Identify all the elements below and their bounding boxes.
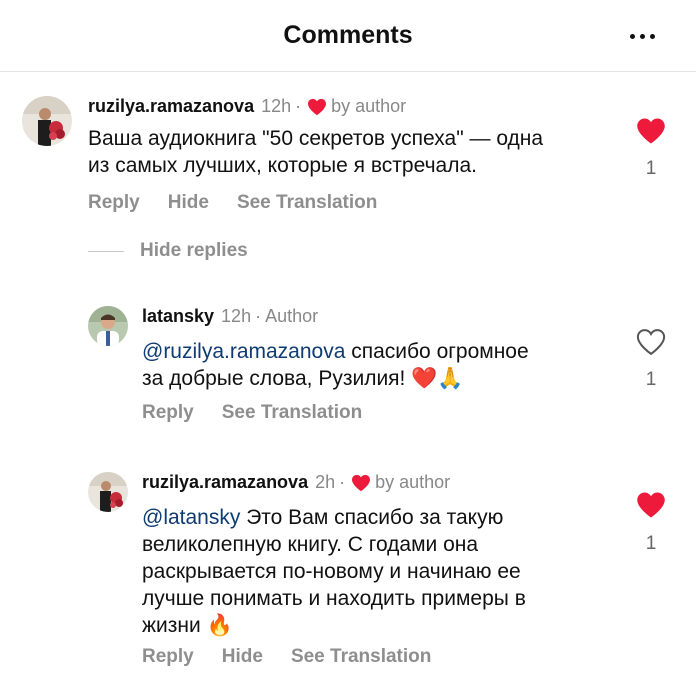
- comment-text: @ruzilya.ramazanova спасибо огромное за …: [142, 338, 612, 392]
- comment-text-line: раскрывается по-новому и начинаю ее: [142, 560, 521, 583]
- comment-actions: Reply See Translation: [142, 402, 390, 424]
- avatar[interactable]: [22, 96, 72, 146]
- comment-text-line: лучше понимать и находить примеры в: [142, 587, 526, 610]
- heart-pray-emoji: ❤️🙏: [411, 366, 464, 390]
- heart-filled-icon[interactable]: [636, 117, 666, 145]
- header: Comments: [0, 0, 696, 72]
- liked-by-author-label: by author: [331, 96, 407, 116]
- heart-filled-icon: [352, 474, 371, 491]
- avatar[interactable]: [88, 306, 128, 346]
- heart-filled-icon[interactable]: [636, 491, 666, 519]
- comment-text-line: жизни: [142, 614, 201, 637]
- like-count: 1: [645, 158, 657, 179]
- reply-button[interactable]: Reply: [142, 646, 194, 668]
- heart-filled-icon: [308, 98, 327, 115]
- avatar[interactable]: [88, 472, 128, 512]
- comment-text-line: за добрые слова, Рузилия!: [142, 367, 406, 390]
- comment-text-line: Это Вам спасибо за такую: [240, 506, 504, 529]
- comment-meta: ruzilya.ramazanova 12h · by author: [88, 96, 407, 117]
- reply-button[interactable]: Reply: [88, 192, 140, 214]
- comment-text: @latansky Это Вам спасибо за такую велик…: [142, 504, 612, 639]
- hide-replies-button[interactable]: Hide replies: [88, 240, 248, 262]
- hide-button[interactable]: Hide: [168, 192, 209, 214]
- like-count: 1: [645, 533, 657, 554]
- more-options-icon[interactable]: [620, 24, 664, 48]
- fire-emoji: 🔥: [206, 613, 233, 637]
- hide-button[interactable]: Hide: [222, 646, 263, 668]
- comment-text-line: великолепную книгу. С годами она: [142, 533, 479, 556]
- comment-text-line: спасибо огромное: [345, 340, 529, 363]
- hide-replies-label: Hide replies: [140, 240, 248, 261]
- username[interactable]: latansky: [142, 306, 214, 327]
- comment-text: Ваша аудиокнига "50 секретов успеха" — о…: [88, 125, 608, 179]
- divider: [88, 250, 124, 252]
- like-count: 1: [645, 369, 657, 390]
- mention-link[interactable]: @ruzilya.ramazanova: [142, 340, 345, 363]
- comment-meta: latansky 12h · Author: [142, 306, 319, 327]
- page-title: Comments: [283, 21, 413, 49]
- comment-text-line: из самых лучших, которые я встречала.: [88, 154, 477, 177]
- liked-by-author-label: by author: [375, 472, 451, 492]
- see-translation-button[interactable]: See Translation: [222, 402, 362, 424]
- heart-outline-icon[interactable]: [636, 328, 666, 356]
- username[interactable]: ruzilya.ramazanova: [142, 472, 308, 493]
- comment-actions: Reply Hide See Translation: [88, 192, 405, 214]
- mention-link[interactable]: @latansky: [142, 506, 240, 529]
- username[interactable]: ruzilya.ramazanova: [88, 96, 254, 117]
- comment-actions: Reply Hide See Translation: [142, 646, 459, 668]
- timestamp: 2h: [315, 472, 336, 492]
- timestamp: 12h: [221, 306, 252, 326]
- reply-button[interactable]: Reply: [142, 402, 194, 424]
- see-translation-button[interactable]: See Translation: [237, 192, 377, 214]
- comment-meta: ruzilya.ramazanova 2h · by author: [142, 472, 451, 493]
- author-badge: Author: [265, 306, 319, 326]
- timestamp: 12h: [261, 96, 292, 116]
- comment-text-line: Ваша аудиокнига "50 секретов успеха" — о…: [88, 127, 544, 150]
- see-translation-button[interactable]: See Translation: [291, 646, 431, 668]
